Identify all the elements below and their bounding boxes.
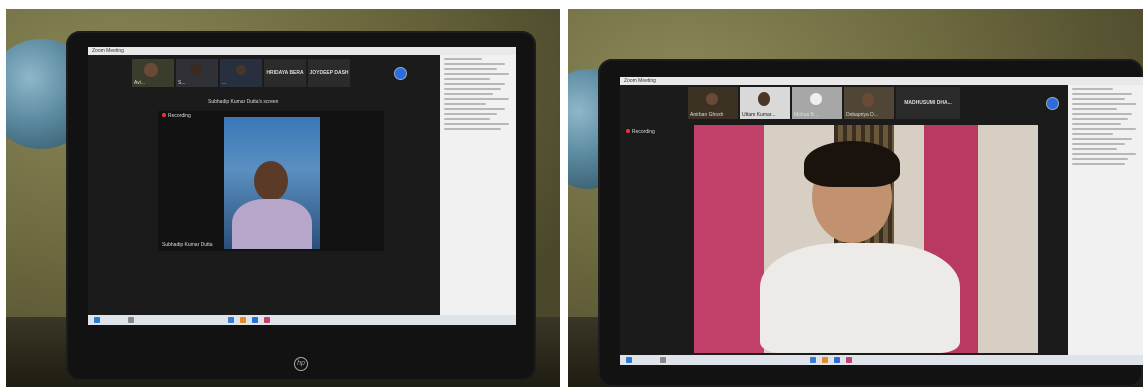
participant-tile[interactable]: Uttam Kumar... bbox=[740, 87, 790, 119]
zoom-meeting-area: Anirban Ghosh Uttam Kumar... Mohua B... … bbox=[620, 85, 1068, 355]
taskbar-app-icon[interactable] bbox=[264, 317, 270, 323]
participant-strip: Anirban Ghosh Uttam Kumar... Mohua B... … bbox=[688, 87, 960, 119]
start-icon[interactable] bbox=[626, 357, 632, 363]
participant-name-tile[interactable]: HRIDAYA BERA bbox=[264, 59, 306, 87]
photo-left: Zoom Meeting Avi... S... ... HRIDAYA BER… bbox=[6, 9, 560, 387]
participant-face bbox=[862, 93, 874, 107]
participant-tile[interactable]: ... bbox=[220, 59, 262, 87]
window-titlebar: Zoom Meeting bbox=[620, 77, 1143, 85]
zoom-meeting-area: Avi... S... ... HRIDAYA BERA JOYDEEP DAS… bbox=[88, 55, 440, 315]
speaker-head bbox=[254, 161, 288, 201]
participant-face bbox=[144, 63, 158, 77]
participant-name: S... bbox=[178, 80, 186, 86]
pink-wall bbox=[694, 125, 764, 353]
participant-name: Debapriya D... bbox=[846, 112, 878, 118]
search-icon[interactable] bbox=[660, 357, 666, 363]
participant-name: ... bbox=[222, 80, 227, 86]
participant-tile[interactable]: Debapriya D... bbox=[844, 87, 894, 119]
start-icon[interactable] bbox=[94, 317, 100, 323]
next-page-icon[interactable] bbox=[1046, 97, 1059, 110]
participant-tile[interactable]: Mohua B... bbox=[792, 87, 842, 119]
windows-taskbar bbox=[620, 355, 1143, 365]
participant-name-tile[interactable]: JOYDEEP DASH bbox=[308, 59, 350, 87]
shared-screen-content: Recording Subhadip Kumar Dutta bbox=[158, 111, 384, 251]
speaker-body bbox=[232, 199, 312, 249]
speaker-hair bbox=[804, 141, 900, 187]
laptop: Zoom Meeting Anirban Ghosh Uttam Kumar..… bbox=[598, 59, 1143, 387]
window-titlebar: Zoom Meeting bbox=[88, 47, 516, 55]
photo-right: Zoom Meeting Anirban Ghosh Uttam Kumar..… bbox=[568, 9, 1143, 387]
laptop: Zoom Meeting Avi... S... ... HRIDAYA BER… bbox=[66, 31, 536, 381]
participant-face bbox=[236, 65, 246, 75]
hp-logo-icon: hp bbox=[294, 357, 308, 371]
next-page-icon[interactable] bbox=[394, 67, 407, 80]
shared-screen-label: Subhadip Kumar Dutta's screen bbox=[208, 99, 279, 105]
participant-face bbox=[190, 64, 202, 76]
recording-indicator: Recording bbox=[162, 113, 191, 119]
participant-tile[interactable]: Anirban Ghosh bbox=[688, 87, 738, 119]
participant-face bbox=[810, 93, 822, 105]
taskbar-app-icon[interactable] bbox=[240, 317, 246, 323]
taskbar-app-icon[interactable] bbox=[822, 357, 828, 363]
participant-face bbox=[758, 92, 770, 106]
participant-strip: Avi... S... ... HRIDAYA BERA JOYDEEP DAS… bbox=[132, 59, 350, 87]
laptop-screen: Zoom Meeting Anirban Ghosh Uttam Kumar..… bbox=[620, 77, 1143, 365]
participant-tile[interactable]: S... bbox=[176, 59, 218, 87]
speaker-video bbox=[224, 117, 320, 249]
participant-name: Uttam Kumar... bbox=[742, 112, 776, 118]
document-panel bbox=[1068, 85, 1143, 355]
participant-tile[interactable]: Avi... bbox=[132, 59, 174, 87]
speaker-caption: Subhadip Kumar Dutta bbox=[162, 242, 213, 248]
participant-face bbox=[706, 93, 718, 105]
speaker-body bbox=[760, 243, 960, 353]
taskbar-app-icon[interactable] bbox=[252, 317, 258, 323]
search-icon[interactable] bbox=[128, 317, 134, 323]
speaker-video bbox=[694, 125, 1038, 353]
taskbar-app-icon[interactable] bbox=[846, 357, 852, 363]
laptop-screen: Zoom Meeting Avi... S... ... HRIDAYA BER… bbox=[88, 47, 516, 325]
participant-name: Anirban Ghosh bbox=[690, 112, 724, 118]
participant-name: Mohua B... bbox=[794, 112, 819, 118]
participant-name-tile[interactable]: MADHUSUMI DHA... bbox=[896, 87, 960, 119]
participant-name: Avi... bbox=[134, 80, 146, 86]
taskbar-app-icon[interactable] bbox=[810, 357, 816, 363]
windows-taskbar bbox=[88, 315, 516, 325]
recording-indicator: Recording bbox=[626, 129, 655, 135]
taskbar-app-icon[interactable] bbox=[834, 357, 840, 363]
document-panel bbox=[440, 55, 516, 315]
taskbar-app-icon[interactable] bbox=[228, 317, 234, 323]
